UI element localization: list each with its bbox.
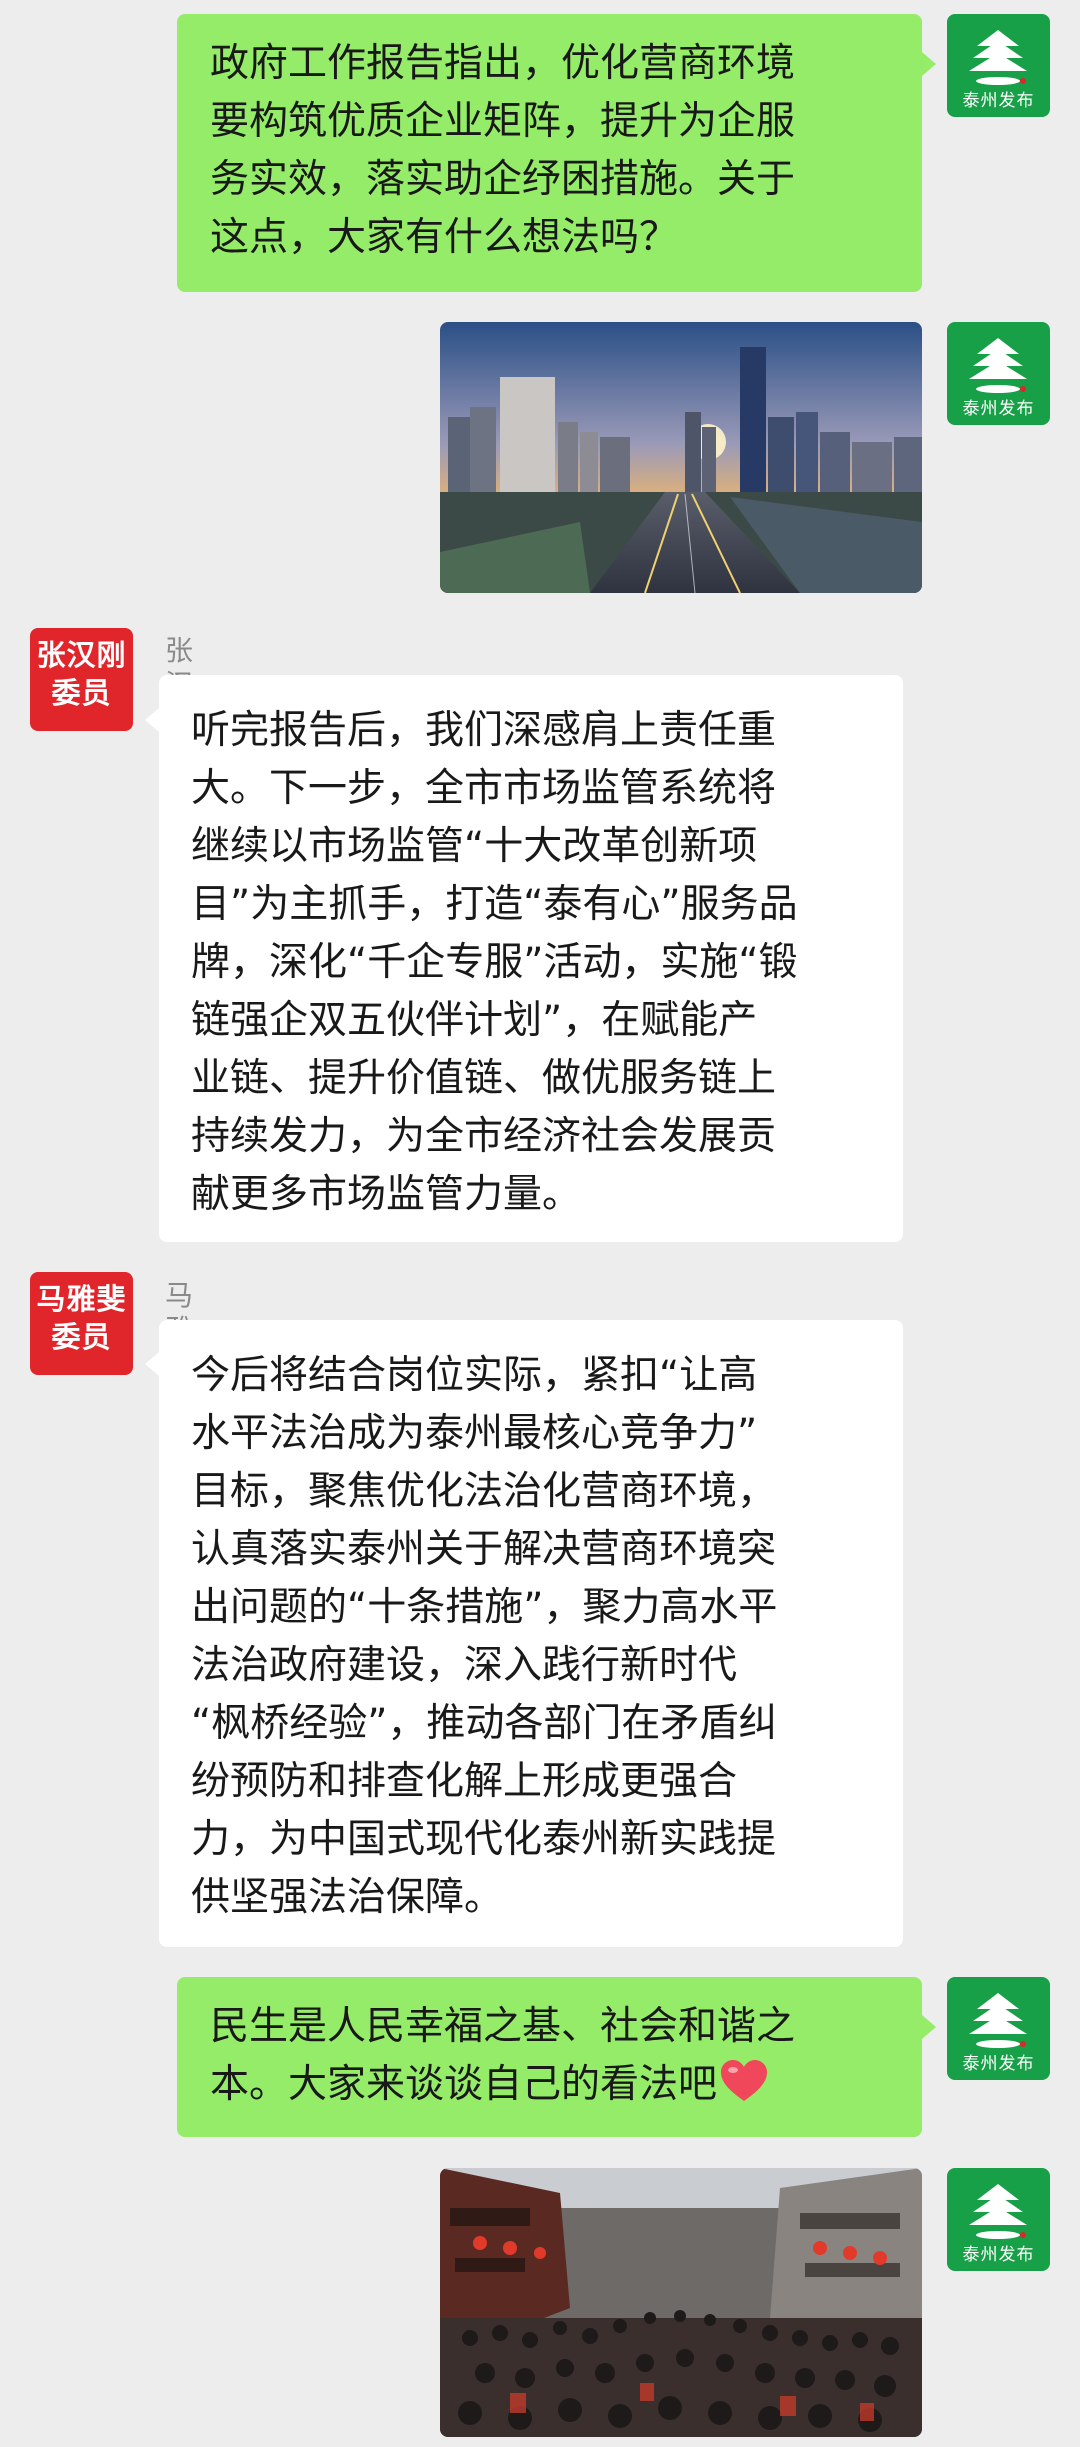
bubble-tail xyxy=(145,1352,159,1376)
heart-icon xyxy=(721,2060,768,2101)
city-skyline-photo[interactable] xyxy=(440,322,922,593)
avatar-taizhou-fabu[interactable]: 泰州发布 xyxy=(947,1977,1050,2080)
avatar-label: 泰州发布 xyxy=(962,2245,1035,2265)
message-line: 今后将结合岗位实际，紧扣“让高 xyxy=(191,1353,758,1398)
message-line: 这点，大家有什么想法吗？ xyxy=(210,215,679,260)
message-line: 持续发力，为全市经济社会发展贡 xyxy=(191,1114,777,1159)
avatar-label: 泰州发布 xyxy=(962,2054,1035,2074)
bubble-tail xyxy=(922,2015,936,2039)
message-line: 目标，聚焦优化法治化营商环境， xyxy=(191,1469,777,1514)
message-line: 牌，深化“千企专服”活动，实施“锻 xyxy=(191,940,798,985)
message-line: 法治政府建设，深入践行新时代 xyxy=(191,1643,738,1688)
avatar-label: 泰州发布 xyxy=(962,399,1035,419)
message-line: 政府工作报告指出，优化营商环境 xyxy=(210,41,796,86)
message-line: 链强企双五伙伴计划”，在赋能产 xyxy=(191,998,758,1043)
message-bubble[interactable]: 听完报告后，我们深感肩上责任重 大。下一步，全市市场监管系统将 继续以市场监管“… xyxy=(159,675,903,1242)
avatar-text-line: 委员 xyxy=(51,676,112,710)
avatar-taizhou-fabu[interactable]: 泰州发布 xyxy=(947,14,1050,117)
message-line: 力，为中国式现代化泰州新实践提 xyxy=(191,1817,777,1862)
avatar-taizhou-fabu[interactable]: 泰州发布 xyxy=(947,2168,1050,2271)
message-line: 要构筑优质企业矩阵，提升为企服 xyxy=(210,99,796,144)
message-line: 继续以市场监管“十大改革创新项 xyxy=(191,824,758,869)
avatar-text-line: 张汉刚 xyxy=(36,638,127,672)
avatar-text: 张汉刚 委员 xyxy=(30,636,133,712)
message-line: 务实效，落实助企纾困措施。关于 xyxy=(210,157,796,202)
avatar-text: 马雅斐 委员 xyxy=(30,1280,133,1356)
avatar-zhang-hangang[interactable]: 张汉刚 委员 xyxy=(30,628,133,731)
avatar-label: 泰州发布 xyxy=(962,91,1035,111)
bubble-tail xyxy=(922,52,936,76)
avatar-text-line: 马雅斐 xyxy=(36,1282,127,1316)
avatar-text-line: 委员 xyxy=(51,1320,112,1354)
avatar-taizhou-fabu[interactable]: 泰州发布 xyxy=(947,322,1050,425)
message-bubble[interactable]: 今后将结合岗位实际，紧扣“让高 水平法治成为泰州最核心竞争力” 目标，聚焦优化法… xyxy=(159,1320,903,1947)
message-line: 认真落实泰州关于解决营商环境突 xyxy=(191,1527,777,1572)
message-line: 供坚强法治保障。 xyxy=(191,1875,504,1920)
message-bubble[interactable]: 民生是人民幸福之基、社会和谐之 本。大家来谈谈自己的看法吧 xyxy=(177,1977,922,2137)
message-line: “枫桥经验”，推动各部门在矛盾纠 xyxy=(191,1701,778,1746)
message-bubble[interactable]: 政府工作报告指出，优化营商环境 要构筑优质企业矩阵，提升为企服 务实效，落实助企… xyxy=(177,14,922,292)
message-line: 目”为主抓手，打造“泰有心”服务品 xyxy=(191,882,798,927)
message-line: 本。大家来谈谈自己的看法吧 xyxy=(210,2056,889,2114)
message-line: 纷预防和排查化解上形成更强合 xyxy=(191,1759,738,1804)
message-line: 大。下一步，全市市场监管系统将 xyxy=(191,766,777,811)
avatar-ma-yafei[interactable]: 马雅斐 委员 xyxy=(30,1272,133,1375)
message-line: 献更多市场监管力量。 xyxy=(191,1172,582,1217)
bubble-tail xyxy=(145,708,159,732)
message-text: 本。大家来谈谈自己的看法吧 xyxy=(210,2062,718,2107)
message-line: 民生是人民幸福之基、社会和谐之 xyxy=(210,2004,796,2049)
crowd-street-photo[interactable] xyxy=(440,2168,922,2437)
message-line: 业链、提升价值链、做优服务链上 xyxy=(191,1056,777,1101)
message-line: 出问题的“十条措施”，聚力高水平 xyxy=(191,1585,778,1630)
message-line: 水平法治成为泰州最核心竞争力” xyxy=(191,1411,758,1456)
message-line: 听完报告后，我们深感肩上责任重 xyxy=(191,708,777,753)
